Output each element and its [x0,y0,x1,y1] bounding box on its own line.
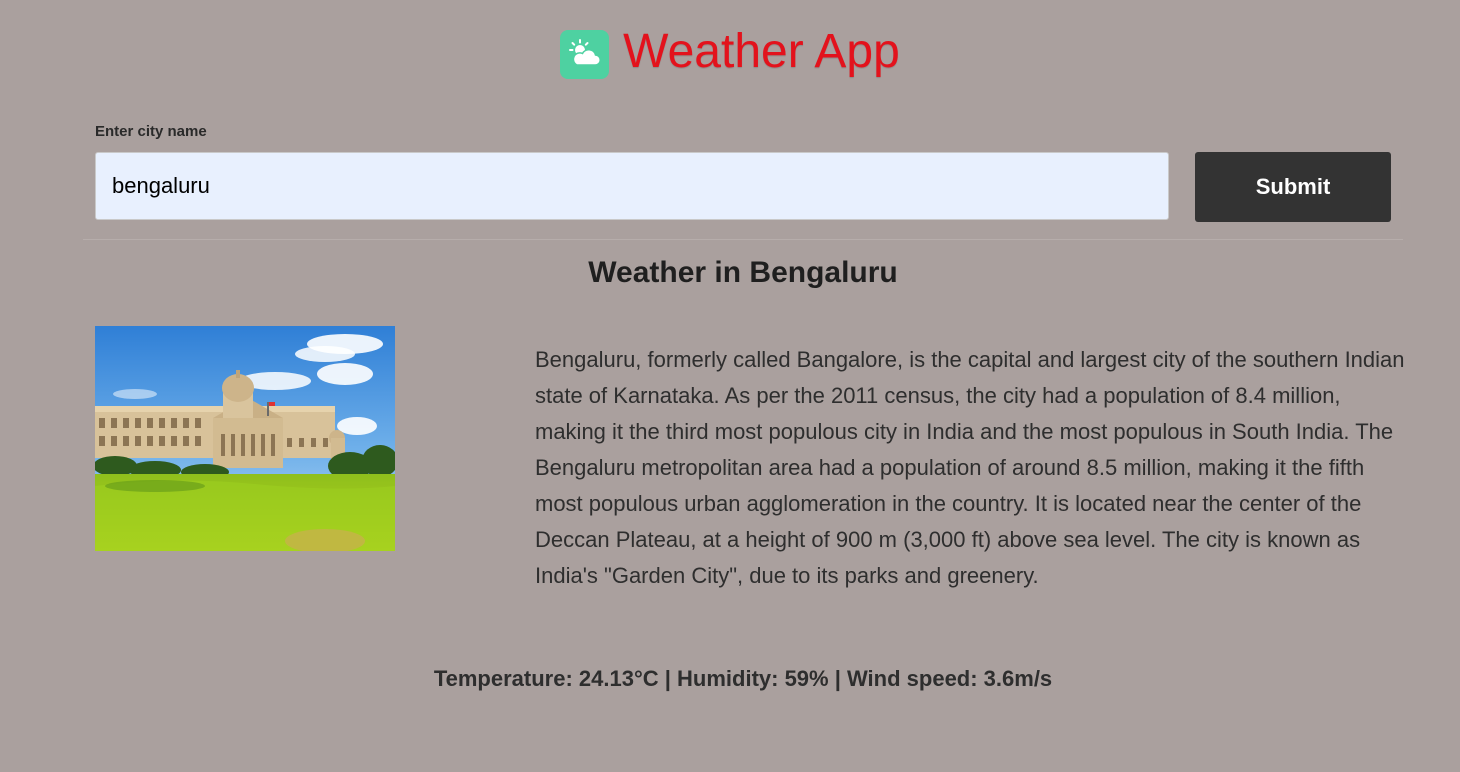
weather-app-page: Weather App Enter city name Submit Weath… [0,0,1460,772]
cloud-sun-icon [560,29,610,79]
app-header: Weather App [0,25,1460,80]
city-description: Bengaluru, formerly called Bangalore, is… [535,347,1405,588]
weather-stats: Temperature: 24.13°C | Humidity: 59% | W… [433,666,1053,691]
weather-heading: Weather in Bengaluru [588,256,898,289]
city-input-label: Enter city name [95,123,207,140]
section-divider [83,239,1403,240]
city-search-input[interactable] [95,152,1169,220]
city-photo [95,326,395,551]
app-title: Weather App [623,25,900,78]
submit-button[interactable]: Submit [1195,152,1391,222]
